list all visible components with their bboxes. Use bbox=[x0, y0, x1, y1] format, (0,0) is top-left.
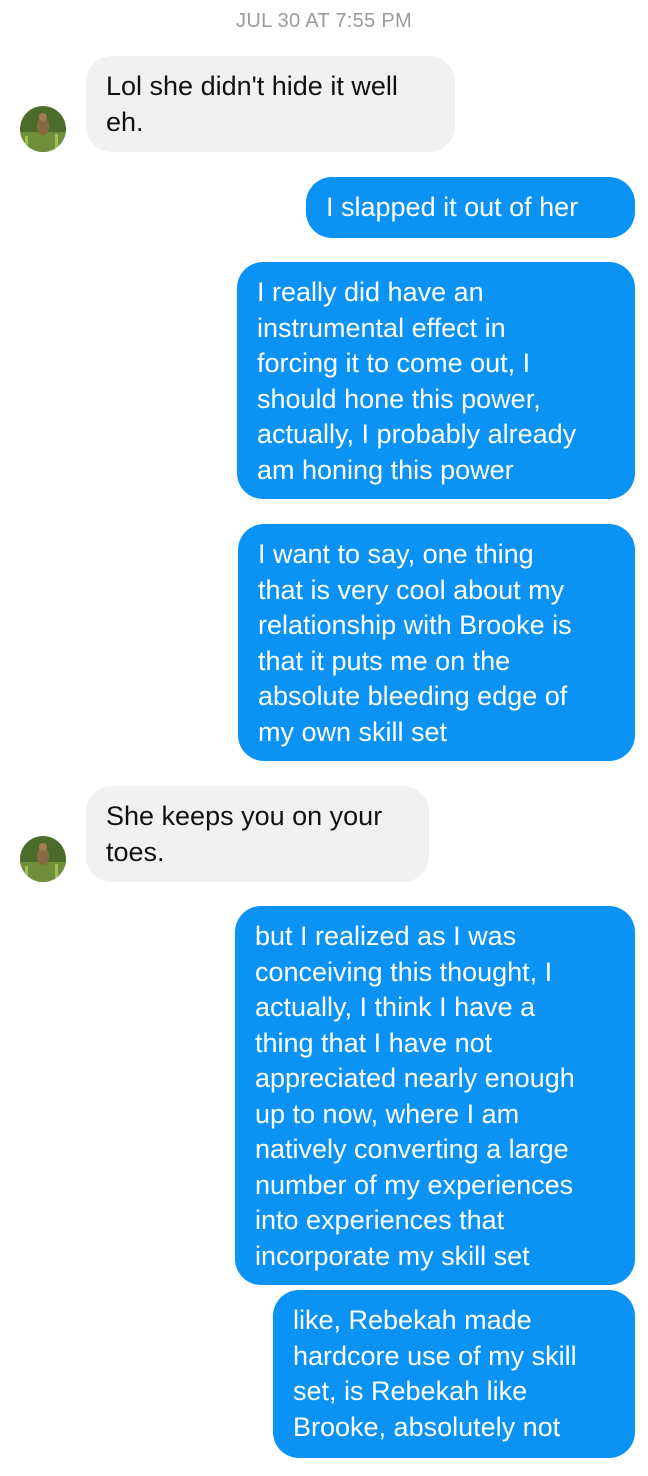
message-bubble-outgoing[interactable]: I really did have an instrumental effect… bbox=[237, 262, 635, 499]
message-bubble-outgoing[interactable]: but I realized as I was conceiving this … bbox=[235, 906, 635, 1285]
message-bubble-outgoing[interactable]: like, Rebekah made hardcore use of my sk… bbox=[273, 1290, 635, 1458]
message-bubble-outgoing[interactable]: I want to say, one thing that is very co… bbox=[238, 524, 635, 761]
message-bubble-outgoing[interactable]: I slapped it out of her bbox=[306, 177, 635, 238]
timestamp: JUL 30 AT 7:55 PM bbox=[236, 10, 412, 32]
contact-avatar-icon[interactable] bbox=[20, 106, 66, 152]
message-bubble-incoming[interactable]: Lol she didn't hide it well eh. bbox=[86, 56, 455, 152]
message-bubble-incoming[interactable]: She keeps you on your toes. bbox=[86, 786, 429, 882]
contact-avatar-icon[interactable] bbox=[20, 836, 66, 882]
